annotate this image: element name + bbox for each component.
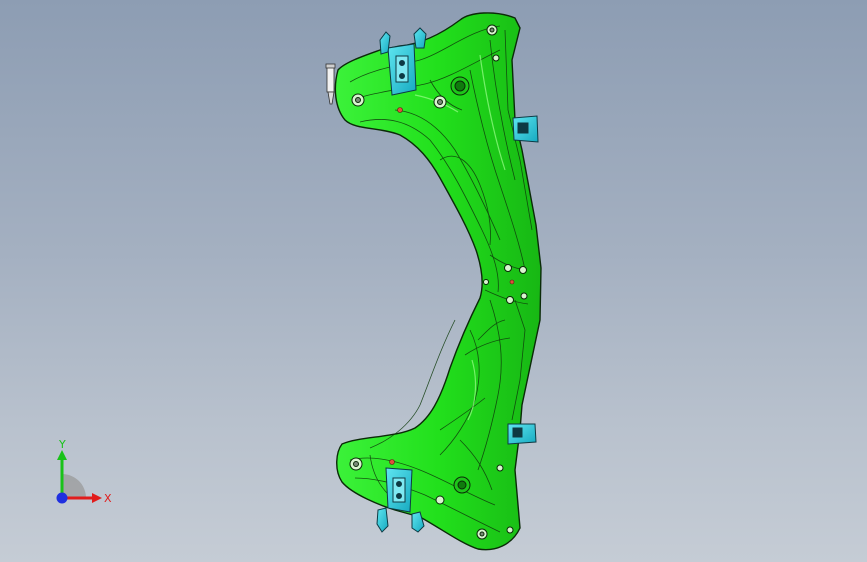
y-axis-label: Y [58,438,66,451]
y-axis-arrow-icon [57,450,67,460]
x-axis-label: X [104,492,112,505]
coordinate-triad: Y X [56,438,112,505]
graphics-viewport[interactable]: Y X [0,0,867,562]
z-axis-dot [56,492,68,504]
subframe-model[interactable] [0,0,867,562]
locating-stud [325,63,336,105]
x-axis-arrow-icon [92,493,102,503]
